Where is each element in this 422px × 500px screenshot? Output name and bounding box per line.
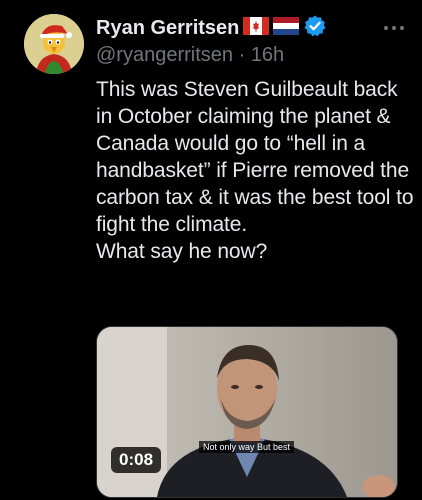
timestamp[interactable]: 16h <box>251 44 284 66</box>
avatar-image <box>24 14 84 74</box>
video-duration: 0:08 <box>111 447 162 473</box>
more-options-icon[interactable] <box>382 20 406 36</box>
tweet-header: Ryan Gerritsen @ryangerritsen · 16h <box>96 14 410 74</box>
netherlands-flag-icon <box>273 16 300 40</box>
name-row: Ryan Gerritsen <box>96 14 327 42</box>
tweet[interactable]: Ryan Gerritsen @ryangerritsen · 16h This… <box>0 0 422 500</box>
avatar[interactable] <box>24 14 84 74</box>
verified-badge-icon <box>303 14 327 43</box>
handle-row: @ryangerritsen · 16h <box>96 44 284 67</box>
handle[interactable]: @ryangerritsen <box>96 44 233 66</box>
video-player[interactable]: Not only way But best 0:08 <box>96 326 398 498</box>
tweet-text: This was Steven Guilbeault back in Octob… <box>96 78 414 263</box>
video-subtitle: Not only way But best <box>199 441 295 453</box>
display-name[interactable]: Ryan Gerritsen <box>96 17 239 40</box>
separator: · <box>233 44 251 66</box>
canada-flag-icon <box>243 16 270 40</box>
